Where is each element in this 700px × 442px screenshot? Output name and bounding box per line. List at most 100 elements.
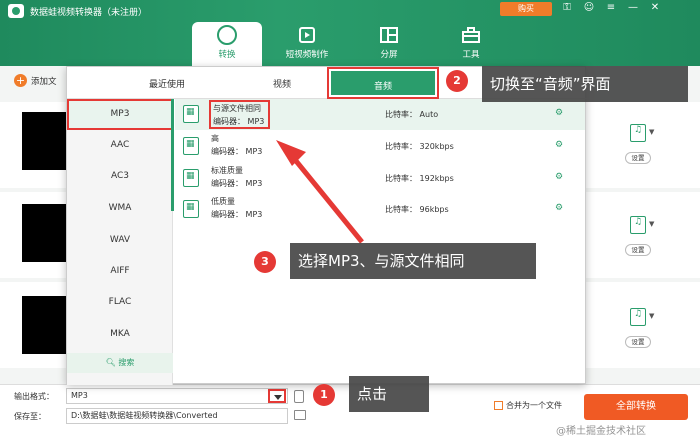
format-item-flac[interactable]: FLAC	[67, 287, 173, 318]
preset-name: 低质量	[211, 197, 235, 206]
video-thumbnail	[22, 296, 67, 354]
buy-button[interactable]: 购买	[500, 2, 552, 16]
refresh-icon	[217, 25, 237, 45]
format-item-aiff[interactable]: AIFF	[67, 256, 173, 287]
file-settings-icon[interactable]	[294, 390, 304, 403]
settings-button[interactable]: 设置	[625, 152, 651, 164]
step-callout-2: 切换至“音频”界面	[482, 66, 688, 102]
format-item-mka[interactable]: MKA	[67, 319, 173, 350]
app-logo-icon	[8, 4, 24, 18]
format-icon[interactable]	[630, 216, 646, 234]
tab-split-screen[interactable]: 分屏	[354, 22, 424, 66]
preset-codec: 编码器： MP3	[213, 117, 265, 126]
audio-file-icon	[183, 169, 199, 187]
video-thumbnail	[22, 112, 67, 170]
step-badge-2: 2	[446, 70, 468, 92]
preset-row[interactable]: 标准质量 编码器： MP3 比特率： 192kbps ⚙	[175, 163, 585, 194]
search-icon: 🔍︎	[105, 358, 116, 367]
preset-bitrate: 比特率： 96kbps	[385, 205, 449, 214]
output-format-label: 输出格式：	[14, 392, 54, 401]
key-icon[interactable]: ⚿	[560, 2, 574, 13]
tab-split-screen-label: 分屏	[380, 50, 398, 60]
add-file-label: 添加文	[31, 76, 57, 87]
format-item-ac3[interactable]: AC3	[67, 161, 173, 192]
tab-convert[interactable]: 转换	[192, 22, 262, 66]
close-icon[interactable]: ✕	[648, 2, 662, 13]
gear-icon[interactable]: ⚙	[555, 172, 563, 182]
preset-bitrate: 比特率： 192kbps	[385, 174, 454, 183]
add-file-button[interactable]: + 添加文	[14, 74, 57, 87]
tab-tools-label: 工具	[462, 50, 480, 60]
preset-codec: 编码器： MP3	[211, 179, 263, 188]
video-thumbnail	[22, 204, 67, 262]
audio-file-icon	[183, 105, 199, 123]
preset-name-block: 与源文件相同 编码器： MP3	[209, 100, 271, 129]
preset-codec: 编码器： MP3	[211, 210, 263, 219]
app-title: 数据蛙视频转换器（未注册）	[30, 8, 148, 18]
preset-name-block: 低质量 编码器： MP3	[209, 195, 266, 224]
step-callout-3: 选择MP3、与源文件相同	[290, 243, 536, 279]
merge-option[interactable]: 合并为一个文件	[494, 400, 562, 411]
user-icon[interactable]: ☺	[582, 2, 596, 13]
audio-file-icon	[183, 137, 199, 155]
gear-icon[interactable]: ⚙	[555, 140, 563, 150]
chevron-down-icon[interactable]: ▼	[649, 128, 654, 136]
film-icon	[299, 27, 315, 43]
preset-bitrate: 比特率： Auto	[385, 110, 439, 119]
preset-name-block: 高 编码器： MP3	[209, 132, 266, 161]
preset-name: 与源文件相同	[213, 104, 261, 113]
tab-audio[interactable]: 音频	[327, 67, 439, 99]
menu-icon[interactable]: ≡	[604, 2, 618, 13]
format-item-wma[interactable]: WMA	[67, 193, 173, 224]
search-label: 搜索	[118, 358, 135, 367]
tab-convert-label: 转换	[218, 50, 236, 60]
tab-recent[interactable]: 最近使用	[97, 67, 237, 99]
output-format-dropdown-button[interactable]	[268, 389, 286, 403]
tab-short-video[interactable]: 短视频制作	[272, 22, 342, 66]
merge-label: 合并为一个文件	[506, 401, 562, 410]
preset-bitrate: 比特率： 320kbps	[385, 142, 454, 151]
format-list: MP3 AAC AC3 WMA WAV AIFF FLAC MKA 🔍︎ 搜索	[67, 99, 173, 385]
window-controls: ⚿ ☺ ≡ — ✕	[560, 2, 662, 13]
merge-checkbox[interactable]	[494, 401, 503, 410]
save-to-label: 保存至：	[14, 412, 46, 421]
audio-file-icon	[183, 200, 199, 218]
minimize-icon[interactable]: —	[626, 2, 640, 13]
title-bar: 数据蛙视频转换器（未注册） 购买 ⚿ ☺ ≡ — ✕ 转换 短视频制作 分屏 工…	[0, 0, 700, 66]
convert-all-button[interactable]: 全部转换	[584, 394, 688, 420]
settings-button[interactable]: 设置	[625, 336, 651, 348]
annotation-arrow	[276, 140, 364, 244]
preset-row[interactable]: 低质量 编码器： MP3 比特率： 96kbps ⚙	[175, 194, 585, 225]
split-screen-icon	[380, 27, 398, 43]
tab-tools[interactable]: 工具	[436, 22, 506, 66]
toolbox-icon	[462, 27, 480, 43]
preset-codec: 编码器： MP3	[211, 147, 263, 156]
tab-short-video-label: 短视频制作	[285, 50, 329, 60]
format-item-wav[interactable]: WAV	[67, 225, 173, 256]
preset-name-block: 标准质量 编码器： MP3	[209, 164, 266, 193]
gear-icon[interactable]: ⚙	[555, 108, 563, 118]
format-icon[interactable]	[630, 124, 646, 142]
plus-icon: +	[14, 74, 27, 87]
preset-row[interactable]: 与源文件相同 编码器： MP3 比特率： Auto ⚙	[175, 99, 585, 130]
gear-icon[interactable]: ⚙	[555, 203, 563, 213]
step-callout-1: 点击	[349, 376, 429, 412]
preset-name: 高	[211, 134, 219, 143]
step-badge-3: 3	[254, 251, 276, 273]
format-search[interactable]: 🔍︎ 搜索	[67, 353, 173, 373]
step-badge-1: 1	[313, 384, 335, 406]
preset-name: 标准质量	[211, 166, 243, 175]
tab-video[interactable]: 视频	[237, 67, 327, 99]
settings-button[interactable]: 设置	[625, 244, 651, 256]
preset-row[interactable]: 高 编码器： MP3 比特率： 320kbps ⚙	[175, 131, 585, 162]
output-format-select[interactable]: MP3	[66, 388, 288, 404]
save-path-field[interactable]: D:\数据蛙\数据蛙视频转换器\Converted	[66, 408, 288, 424]
watermark: @稀土掘金技术社区	[556, 426, 646, 437]
chevron-down-icon[interactable]: ▼	[649, 220, 654, 228]
format-item-aac[interactable]: AAC	[67, 130, 173, 161]
format-item-mp3[interactable]: MP3	[67, 99, 173, 130]
format-icon[interactable]	[630, 308, 646, 326]
chevron-down-icon[interactable]: ▼	[649, 312, 654, 320]
folder-icon[interactable]	[294, 410, 306, 420]
format-list-scrollbar[interactable]	[171, 99, 174, 211]
